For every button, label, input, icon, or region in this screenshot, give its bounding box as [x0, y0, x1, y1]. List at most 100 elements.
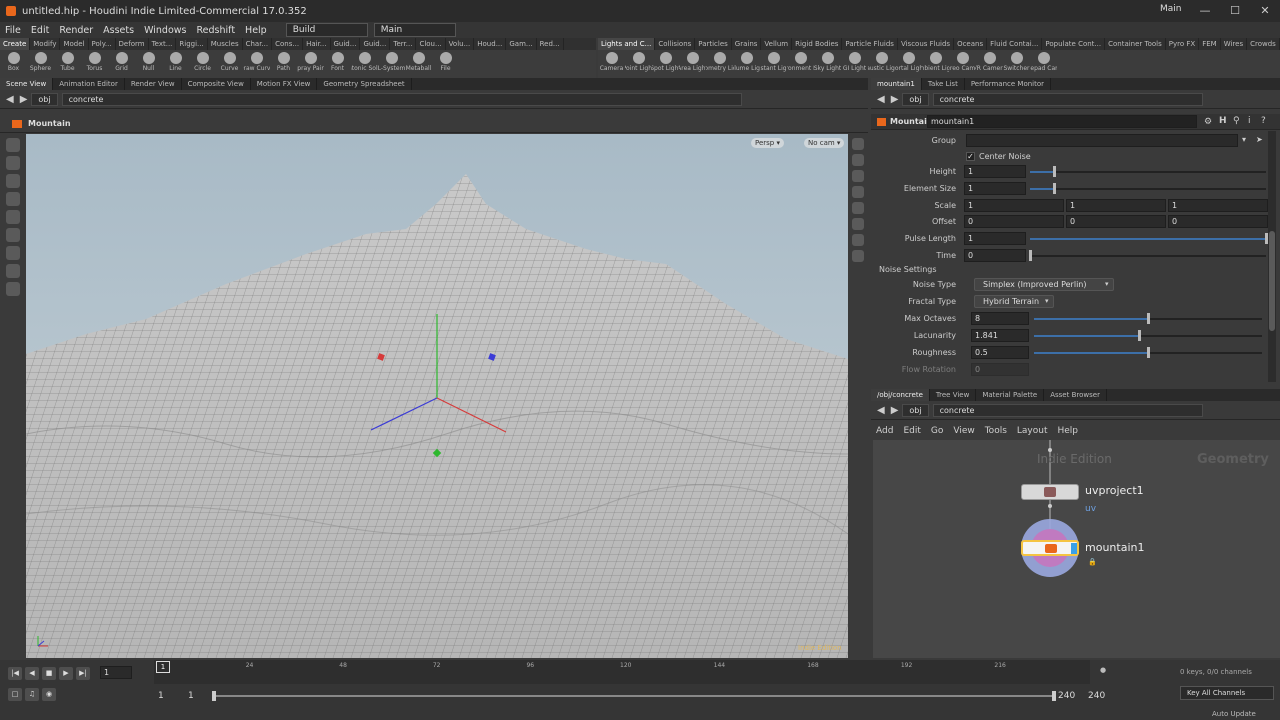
- uvproject-node[interactable]: [1021, 484, 1079, 500]
- shelf-tab-7-muscles[interactable]: Muscles: [208, 38, 243, 50]
- shelf-tool-right-camera[interactable]: Camera: [598, 50, 625, 78]
- param-back-icon[interactable]: ◀: [877, 94, 885, 105]
- param-path-obj[interactable]: obj: [902, 93, 929, 106]
- pulse-length-slider[interactable]: [1030, 233, 1268, 244]
- element-size-slider-knob[interactable]: [1052, 183, 1056, 194]
- shelf-tool-right-gi-light[interactable]: GI Light: [841, 50, 868, 78]
- shelf-tab-9-cons[interactable]: Cons...: [272, 38, 304, 50]
- shelf-tool-file[interactable]: File: [432, 50, 459, 78]
- network-menu-edit[interactable]: Edit: [898, 426, 925, 436]
- help-question-icon[interactable]: ?: [1261, 116, 1266, 126]
- menu-file[interactable]: File: [0, 25, 26, 36]
- move-tool-icon[interactable]: [6, 192, 20, 206]
- shelf-tool-circle[interactable]: Circle: [189, 50, 216, 78]
- time-field[interactable]: 0: [964, 249, 1026, 262]
- network-menu-add[interactable]: Add: [871, 426, 898, 436]
- shelf-tab-right-4-vellum[interactable]: Vellum: [761, 38, 793, 50]
- network-back-icon[interactable]: ◀: [877, 405, 885, 416]
- range-end-handle[interactable]: [1052, 691, 1056, 701]
- gear-icon[interactable]: ⚙: [1204, 117, 1212, 127]
- current-frame-field[interactable]: 1: [100, 666, 132, 679]
- shelf-tool-right-stereo-camera[interactable]: Stereo Camera: [949, 50, 976, 78]
- shading-icon[interactable]: [852, 186, 864, 198]
- offset-x-field[interactable]: 0: [964, 215, 1064, 228]
- desktop-selector[interactable]: Main: [1160, 4, 1182, 14]
- menu-redshift[interactable]: Redshift: [191, 25, 240, 36]
- viewer-tab-4-motion-fx-view[interactable]: Motion FX View: [251, 78, 318, 90]
- menu-assets[interactable]: Assets: [98, 25, 139, 36]
- shelf-tab-5-text[interactable]: Text...: [149, 38, 177, 50]
- node-name-field[interactable]: mountain1: [927, 115, 1197, 128]
- height-slider-knob[interactable]: [1052, 166, 1056, 177]
- shelf-tab-right-14-wires[interactable]: Wires: [1221, 38, 1248, 50]
- menu-render[interactable]: Render: [54, 25, 98, 36]
- shelf-tool-right-sky-light[interactable]: Sky Light: [814, 50, 841, 78]
- display-options-icon[interactable]: [852, 154, 864, 166]
- shelf-tab-14-clou[interactable]: Clou...: [416, 38, 446, 50]
- shelf-tool-metaball[interactable]: Metaball: [405, 50, 432, 78]
- snapshot-icon[interactable]: [852, 250, 864, 262]
- shelf-tab-right-9-fluid-contai[interactable]: Fluid Contai...: [987, 38, 1043, 50]
- shelf-tab-3-poly[interactable]: Poly...: [89, 38, 116, 50]
- shelf-tab-12-guid[interactable]: Guid...: [360, 38, 391, 50]
- path-obj[interactable]: obj: [31, 93, 58, 106]
- shelf-tool-sphere[interactable]: Sphere: [27, 50, 54, 78]
- shelf-tool-font[interactable]: Font: [324, 50, 351, 78]
- time-slider-knob[interactable]: [1029, 250, 1032, 261]
- range-bar[interactable]: [214, 695, 1054, 697]
- play-reverse-icon[interactable]: ◀: [25, 667, 39, 680]
- select-tool-icon[interactable]: [6, 138, 20, 152]
- settings-circle-icon[interactable]: ◉: [42, 688, 56, 701]
- max-octaves-slider-knob[interactable]: [1147, 313, 1150, 324]
- mountain-node[interactable]: [1021, 540, 1079, 556]
- start-frame-label-2[interactable]: 1: [188, 691, 194, 701]
- forward-arrow-icon[interactable]: ▶: [20, 94, 28, 105]
- noise-type-dropdown[interactable]: Simplex (Improved Perlin): [974, 278, 1114, 291]
- network-tab-2-material-palette[interactable]: Material Palette: [976, 389, 1045, 401]
- view-tool-icon[interactable]: [6, 156, 20, 170]
- shelf-tab-1-modify[interactable]: Modify: [30, 38, 61, 50]
- viewer-tab-5-geometry-spreadsheet[interactable]: Geometry Spreadsheet: [317, 78, 412, 90]
- shelf-tab-right-8-oceans[interactable]: Oceans: [954, 38, 988, 50]
- shelf-tool-right-geometry-light[interactable]: Geometry Light: [706, 50, 733, 78]
- main-context-dropdown[interactable]: Main: [373, 23, 456, 37]
- flow-rotation-field[interactable]: 0: [971, 363, 1029, 376]
- network-editor[interactable]: Indie Edition Geometry uvproject1 uv mou…: [873, 440, 1280, 658]
- scale-z-field[interactable]: 1: [1168, 199, 1268, 212]
- shelf-tab-15-volu[interactable]: Volu...: [446, 38, 475, 50]
- fractal-type-dropdown[interactable]: Hybrid Terrain: [974, 295, 1054, 308]
- persp-camera-menu[interactable]: Persp ▾: [751, 138, 784, 148]
- shelf-tool-l-system[interactable]: L-System: [378, 50, 405, 78]
- lights-icon[interactable]: [852, 202, 864, 214]
- shelf-tool-right-environment-light[interactable]: Environment Light: [787, 50, 814, 78]
- network-menu-tools[interactable]: Tools: [980, 426, 1012, 436]
- viewer-tab-1-animation-editor[interactable]: Animation Editor: [53, 78, 125, 90]
- play-forward-icon[interactable]: ▶: [59, 667, 73, 680]
- frame-ruler[interactable]: 124487296120144168192216 1: [154, 660, 1090, 684]
- handle-tool-icon[interactable]: [6, 174, 20, 188]
- close-window-button[interactable]: ✕: [1250, 0, 1280, 22]
- snap-tool-icon[interactable]: [6, 264, 20, 278]
- shelf-tab-11-guid[interactable]: Guid...: [331, 38, 361, 50]
- shelf-tab-right-0-lights-and-c[interactable]: Lights and C...: [598, 38, 656, 50]
- shelf-tool-right-ambient-light[interactable]: Ambient Light: [922, 50, 949, 78]
- shelf-tab-0-create[interactable]: Create: [0, 38, 31, 50]
- desktop-build-dropdown[interactable]: Build: [285, 23, 368, 37]
- shelf-tab-10-hair[interactable]: Hair...: [303, 38, 331, 50]
- shelf-tool-right-switcher[interactable]: Switcher: [1003, 50, 1030, 78]
- max-octaves-slider[interactable]: [1034, 313, 1262, 324]
- menu-edit[interactable]: Edit: [26, 25, 54, 36]
- shelf-tab-right-5-rigid-bodies[interactable]: Rigid Bodies: [792, 38, 843, 50]
- lacunarity-field[interactable]: 1.841: [971, 329, 1029, 342]
- shelf-tab-2-model[interactable]: Model: [60, 38, 89, 50]
- jump-end-icon[interactable]: ▶|: [76, 667, 90, 680]
- shelf-tab-17-gam[interactable]: Gam...: [506, 38, 537, 50]
- roughness-slider[interactable]: [1034, 347, 1262, 358]
- param-tab-2-performance-monitor[interactable]: Performance Monitor: [965, 78, 1052, 90]
- time-slider[interactable]: [1029, 250, 1266, 261]
- display-flag-icon[interactable]: [1071, 543, 1077, 554]
- offset-y-field[interactable]: 0: [1066, 215, 1166, 228]
- lock-icon[interactable]: [852, 138, 864, 150]
- shelf-tab-right-7-viscous-fluids[interactable]: Viscous Fluids: [898, 38, 955, 50]
- search-icon[interactable]: ⚲: [1233, 116, 1240, 126]
